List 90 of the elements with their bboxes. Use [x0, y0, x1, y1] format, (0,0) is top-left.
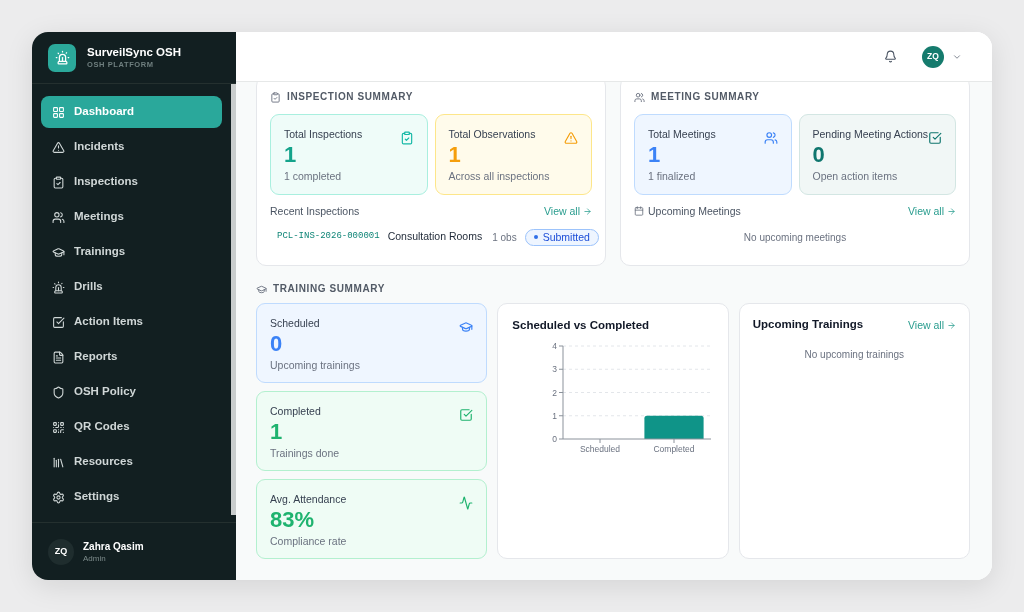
stat-note: Upcoming trainings: [270, 358, 360, 372]
stat-value: 1: [648, 143, 662, 167]
y-tick-label: 1: [552, 410, 558, 421]
arrow-right-icon: [583, 206, 592, 216]
checkbox-icon: [52, 315, 65, 329]
user-role: Admin: [83, 552, 107, 564]
x-tick-label: Scheduled: [580, 444, 621, 454]
clipboard-check-icon: [52, 175, 65, 189]
y-tick-label: 4: [552, 341, 558, 351]
graduation-cap-icon: [52, 245, 65, 259]
section-title: TRAINING SUMMARY: [273, 283, 385, 295]
nav-item[interactable]: Meetings: [41, 201, 222, 233]
observation-count: 1 obs: [492, 230, 517, 245]
stat-value: 0: [270, 332, 284, 356]
warning-triangle-icon: [52, 140, 65, 154]
y-tick-label: 0: [552, 434, 558, 444]
empty-message: No upcoming meetings: [743, 230, 847, 245]
user-avatar[interactable]: ZQ: [48, 538, 74, 565]
graduation-cap-icon: [459, 320, 474, 334]
inspection-code[interactable]: PCL-INS-2026-000001: [277, 230, 380, 244]
card-title: Upcoming Trainings: [752, 317, 864, 333]
nav-item[interactable]: Action Items: [41, 306, 222, 338]
list-title: Recent Inspections: [270, 204, 360, 218]
user-avatar[interactable]: ZQ: [922, 45, 944, 68]
stat-label: Total Observations: [448, 127, 537, 141]
brand-title: SurveilSync OSH: [87, 45, 181, 60]
arrow-right-icon: [947, 320, 956, 330]
books-icon: [52, 455, 65, 469]
x-tick-label: Completed: [653, 444, 695, 454]
section-title: INSPECTION SUMMARY: [287, 91, 413, 103]
nav-item[interactable]: Drills: [41, 271, 222, 303]
arrow-right-icon: [947, 206, 956, 216]
nav-item[interactable]: Inspections: [41, 166, 222, 198]
stat-note: Across all inspections: [448, 169, 550, 183]
stat-note: Open action items: [812, 169, 899, 183]
nav-item[interactable]: Resources: [41, 446, 222, 478]
checkbox-icon: [459, 408, 474, 422]
settings-icon: [52, 490, 65, 504]
shield-icon: [52, 385, 65, 399]
clipboard-check-icon: [399, 131, 414, 145]
calendar-icon: [634, 206, 644, 216]
stat-value: 1: [284, 143, 298, 167]
view-all-link[interactable]: View all: [544, 204, 592, 218]
siren-icon: [52, 280, 65, 294]
bar: [644, 415, 704, 439]
y-tick-label: 2: [552, 387, 558, 398]
view-all-link[interactable]: View all: [908, 204, 956, 218]
empty-message: No upcoming trainings: [804, 348, 905, 362]
clipboard-check-icon: [270, 91, 281, 103]
stat-label: Avg. Attendance: [270, 492, 347, 506]
nav-item[interactable]: Trainings: [41, 236, 222, 268]
nav-item[interactable]: Settings: [41, 481, 222, 513]
stat-label: Total Inspections: [284, 127, 363, 141]
status-label: Submitted: [542, 230, 590, 244]
grid-icon: [52, 105, 65, 119]
y-tick-label: 3: [552, 364, 558, 375]
scrollbar[interactable]: [231, 84, 236, 515]
pulse-icon: [459, 496, 474, 510]
inspection-location: Consultation Rooms: [387, 229, 483, 245]
stat-label: Total Meetings: [648, 127, 716, 141]
section-title: MEETING SUMMARY: [651, 91, 760, 103]
stat-value: 1: [448, 143, 462, 167]
stat-note: 1 completed: [284, 169, 343, 183]
document-icon: [52, 350, 65, 364]
bell-icon[interactable]: [884, 50, 897, 63]
stat-value: 1: [270, 420, 284, 444]
warning-triangle-icon: [564, 131, 578, 145]
view-all-link[interactable]: View all: [908, 318, 956, 332]
list-title: Upcoming Meetings: [648, 204, 741, 218]
stat-label: Scheduled: [270, 316, 321, 330]
stat-note: Trainings done: [270, 446, 340, 460]
user-name: Zahra Qasim: [83, 539, 144, 553]
stat-label: Completed: [270, 404, 322, 418]
nav-item[interactable]: QR Codes: [41, 411, 222, 443]
qr-code-icon: [52, 420, 65, 434]
users-icon: [634, 91, 645, 103]
stat-value: 0: [812, 143, 826, 167]
graduation-cap-icon: [256, 283, 267, 295]
stat-label: Pending Meeting Actions: [812, 127, 928, 141]
nav-item[interactable]: Reports: [41, 341, 222, 373]
stat-note: 1 finalized: [648, 169, 697, 183]
nav-item[interactable]: OSH Policy: [41, 376, 222, 408]
chart-title: Scheduled vs Completed: [512, 318, 651, 332]
siren-logo-icon: [48, 43, 76, 72]
users-icon: [763, 131, 778, 145]
nav-item[interactable]: Incidents: [41, 131, 222, 163]
users-icon: [52, 210, 65, 224]
stat-note: Compliance rate: [270, 534, 347, 548]
stat-value: 83%: [270, 508, 316, 532]
checkbox-icon: [928, 131, 942, 145]
